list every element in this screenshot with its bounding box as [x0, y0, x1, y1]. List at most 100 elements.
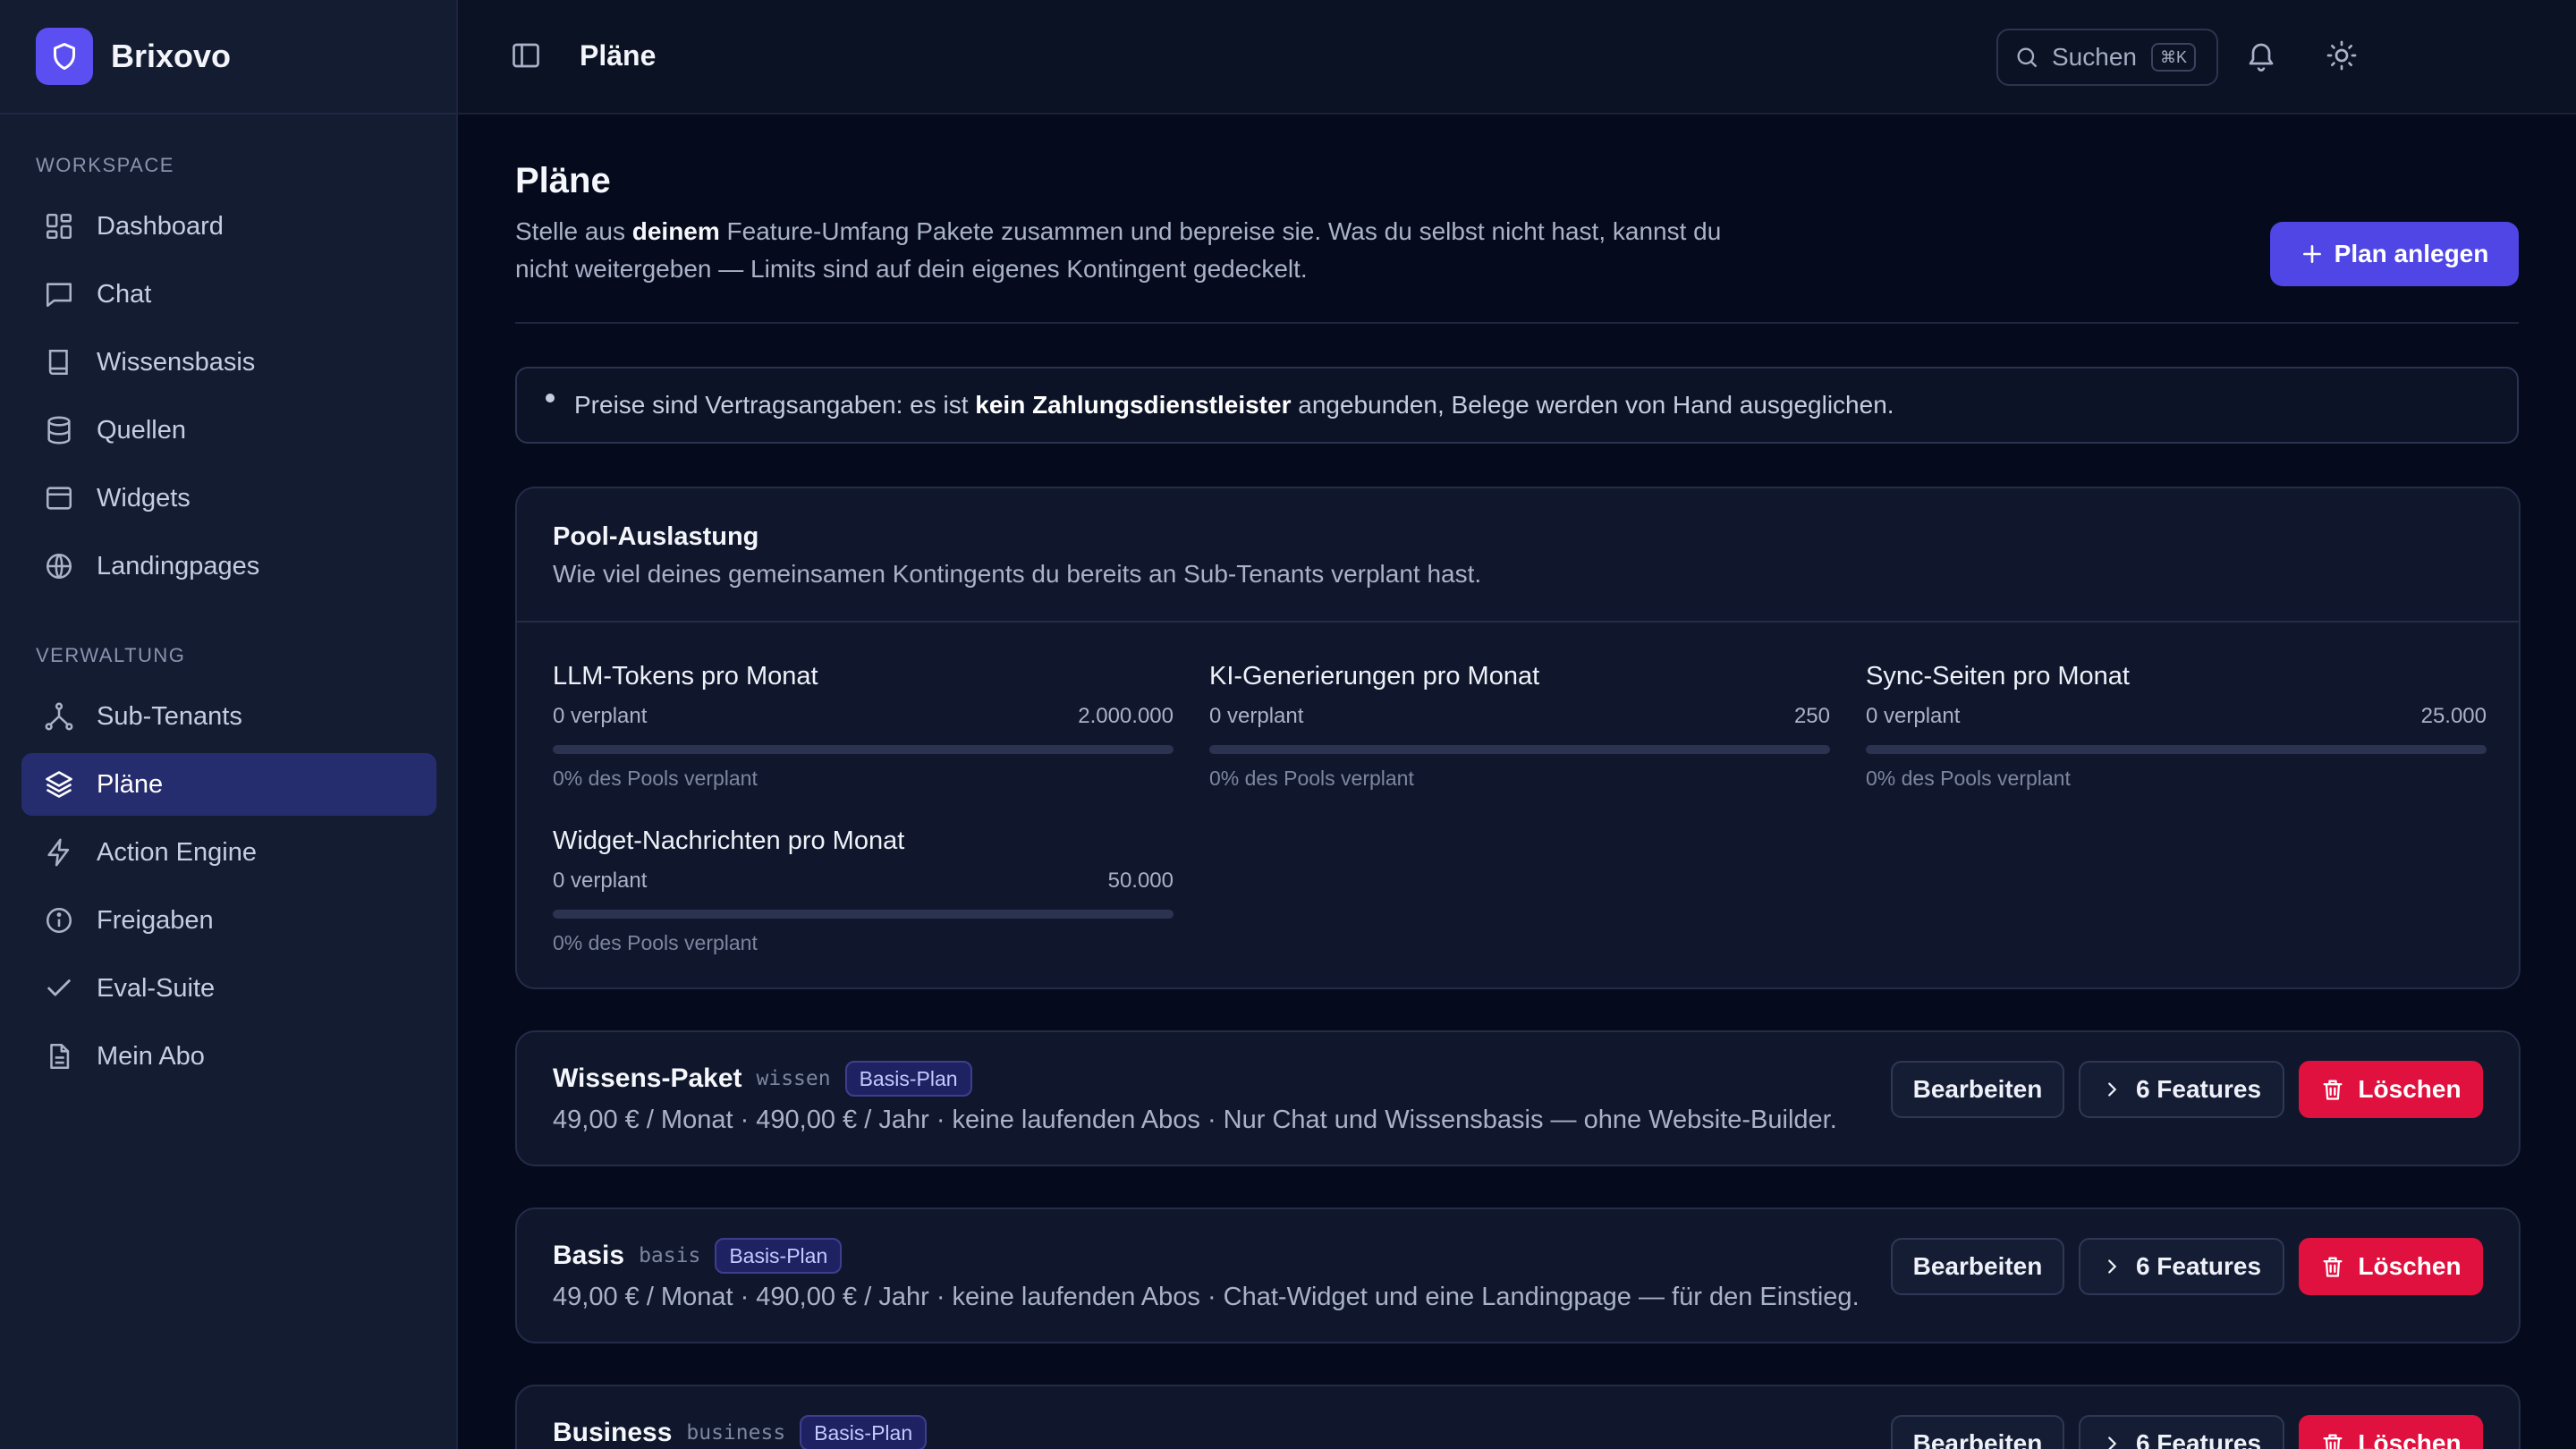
sidebar-item-quellen[interactable]: Quellen — [21, 399, 436, 462]
pool-usage-card: Pool-Auslastung Wie viel deines gemeinsa… — [515, 487, 2521, 989]
metric-ki-generierungen: KI-Generierungen pro Monat 0 verplant 250… — [1209, 662, 1830, 791]
metric-progress-bar — [553, 745, 1174, 754]
features-toggle-button[interactable]: 6 Features — [2079, 1061, 2284, 1118]
edit-button[interactable]: Bearbeiten — [1891, 1061, 2064, 1118]
trash-icon — [2320, 1431, 2345, 1449]
plan-card: Wissens-Paket wissen Basis-Plan 49,00 € … — [515, 1030, 2521, 1166]
delete-button[interactable]: Löschen — [2299, 1061, 2483, 1118]
delete-button[interactable]: Löschen — [2299, 1238, 2483, 1295]
plan-slug: wissen — [756, 1067, 831, 1090]
sidebar-item-label: Landingpages — [97, 551, 260, 580]
metric-percent: 0% des Pools verplant — [1866, 767, 2071, 790]
sidebar-item-landingpages[interactable]: Landingpages — [21, 535, 436, 597]
pool-title: Pool-Auslastung — [553, 522, 759, 551]
plan-card: Business business Basis-Plan Bearbeiten … — [515, 1385, 2521, 1449]
metric-percent: 0% des Pools verplant — [1209, 767, 1414, 790]
features-label: 6 Features — [2135, 1075, 2262, 1103]
plan-badge: Basis-Plan — [715, 1238, 843, 1274]
sidebar-toggle-icon[interactable] — [510, 39, 546, 75]
metric-sync-seiten: Sync-Seiten pro Monat 0 verplant 25.000 0… — [1866, 662, 2487, 791]
metric-planned: 0 verplant — [553, 869, 648, 893]
plan-name: Basis — [553, 1241, 625, 1270]
metric-percent: 0% des Pools verplant — [553, 931, 758, 954]
document-icon — [39, 1037, 79, 1076]
features-toggle-button[interactable]: 6 Features — [2079, 1415, 2284, 1449]
sidebar-item-dashboard[interactable]: Dashboard — [21, 195, 436, 258]
metric-title: LLM-Tokens pro Monat — [553, 662, 818, 691]
brand[interactable]: Brixovo — [0, 0, 456, 114]
sidebar-item-label: Widgets — [97, 483, 191, 513]
notice-text: Preise sind Vertragsangaben: es ist kein… — [574, 391, 1894, 419]
section-label-workspace: WORKSPACE — [36, 154, 174, 176]
plan-description: 49,00 € / Monat · 490,00 € / Jahr · kein… — [553, 1283, 1860, 1311]
metric-widget-nachrichten: Widget-Nachrichten pro Monat 0 verplant 5… — [553, 826, 1174, 955]
metric-progress-bar — [1209, 745, 1830, 754]
layers-icon — [39, 765, 79, 804]
edit-button[interactable]: Bearbeiten — [1891, 1238, 2064, 1295]
sidebar-item-sub-tenants[interactable]: Sub-Tenants — [21, 685, 436, 748]
plan-name: Business — [553, 1418, 673, 1447]
sidebar-item-label: Sub-Tenants — [97, 701, 242, 731]
sidebar-item-label: Freigaben — [97, 905, 214, 935]
network-icon — [39, 697, 79, 736]
sidebar-item-action-engine[interactable]: Action Engine — [21, 821, 436, 884]
sidebar-item-plaene[interactable]: Pläne — [21, 753, 436, 816]
metric-planned: 0 verplant — [553, 704, 648, 728]
sidebar-item-chat[interactable]: Chat — [21, 263, 436, 326]
plan-badge: Basis-Plan — [800, 1415, 928, 1449]
metric-limit: 2.000.000 — [1078, 704, 1174, 728]
metric-planned: 0 verplant — [1209, 704, 1304, 728]
metric-title: Widget-Nachrichten pro Monat — [553, 826, 905, 855]
plus-icon — [2301, 242, 2324, 266]
trash-icon — [2320, 1254, 2345, 1279]
info-icon — [39, 901, 79, 940]
widget-icon — [39, 479, 79, 518]
theme-toggle-sun-icon[interactable] — [2326, 39, 2361, 75]
search-icon — [2014, 45, 2039, 70]
sidebar-item-label: Action Engine — [97, 837, 257, 867]
metric-progress-bar — [1866, 745, 2487, 754]
plan-slug: business — [686, 1421, 786, 1445]
search-button[interactable]: Suchen ⌘K — [1996, 29, 2218, 86]
page-description: Stelle aus deinem Feature-Umfang Pakete … — [515, 217, 1722, 283]
metric-percent: 0% des Pools verplant — [553, 767, 758, 790]
chat-icon — [39, 275, 79, 314]
bolt-icon — [39, 833, 79, 872]
sidebar-item-widgets[interactable]: Widgets — [21, 467, 436, 530]
sidebar-item-eval-suite[interactable]: Eval-Suite — [21, 957, 436, 1020]
metric-limit: 25.000 — [2420, 704, 2487, 728]
plan-name: Wissens-Paket — [553, 1063, 742, 1093]
edit-button[interactable]: Bearbeiten — [1891, 1415, 2064, 1449]
metric-llm-tokens: LLM-Tokens pro Monat 0 verplant 2.000.000… — [553, 662, 1174, 791]
bell-icon[interactable] — [2245, 39, 2281, 75]
features-toggle-button[interactable]: 6 Features — [2079, 1238, 2284, 1295]
plan-badge: Basis-Plan — [844, 1061, 972, 1097]
metric-title: KI-Generierungen pro Monat — [1209, 662, 1540, 691]
delete-button[interactable]: Löschen — [2299, 1415, 2483, 1449]
page-title: Pläne — [515, 161, 611, 200]
sidebar-item-label: Dashboard — [97, 211, 224, 241]
metric-limit: 50.000 — [1107, 869, 1174, 893]
divider — [515, 322, 2519, 324]
metric-limit: 250 — [1793, 704, 1830, 728]
main-content: Pläne Stelle aus deinem Feature-Umfang P… — [458, 114, 2576, 1449]
sidebar-item-freigaben[interactable]: Freigaben — [21, 889, 436, 952]
plan-description: 49,00 € / Monat · 490,00 € / Jahr · kein… — [553, 1106, 1837, 1134]
sidebar-item-label: Eval-Suite — [97, 973, 216, 1003]
sidebar-item-mein-abo[interactable]: Mein Abo — [21, 1025, 436, 1088]
create-plan-button[interactable]: Plan anlegen — [2270, 222, 2519, 286]
bullet-icon — [546, 394, 555, 402]
sidebar-item-label: Chat — [97, 279, 152, 309]
topbar: Pläne Suchen ⌘K — [458, 0, 2576, 114]
app-name: Brixovo — [111, 38, 232, 74]
sidebar-item-label: Wissensbasis — [97, 347, 256, 377]
sidebar-item-label: Pläne — [97, 769, 164, 799]
metric-planned: 0 verplant — [1866, 704, 1961, 728]
sidebar-item-wissensbasis[interactable]: Wissensbasis — [21, 331, 436, 394]
plan-card: Basis basis Basis-Plan 49,00 € / Monat ·… — [515, 1208, 2521, 1343]
chevron-right-icon — [2102, 1257, 2122, 1276]
notice-banner: Preise sind Vertragsangaben: es ist kein… — [515, 367, 2519, 444]
database-icon — [39, 411, 79, 450]
dashboard-icon — [39, 207, 79, 246]
trash-icon — [2320, 1077, 2345, 1102]
